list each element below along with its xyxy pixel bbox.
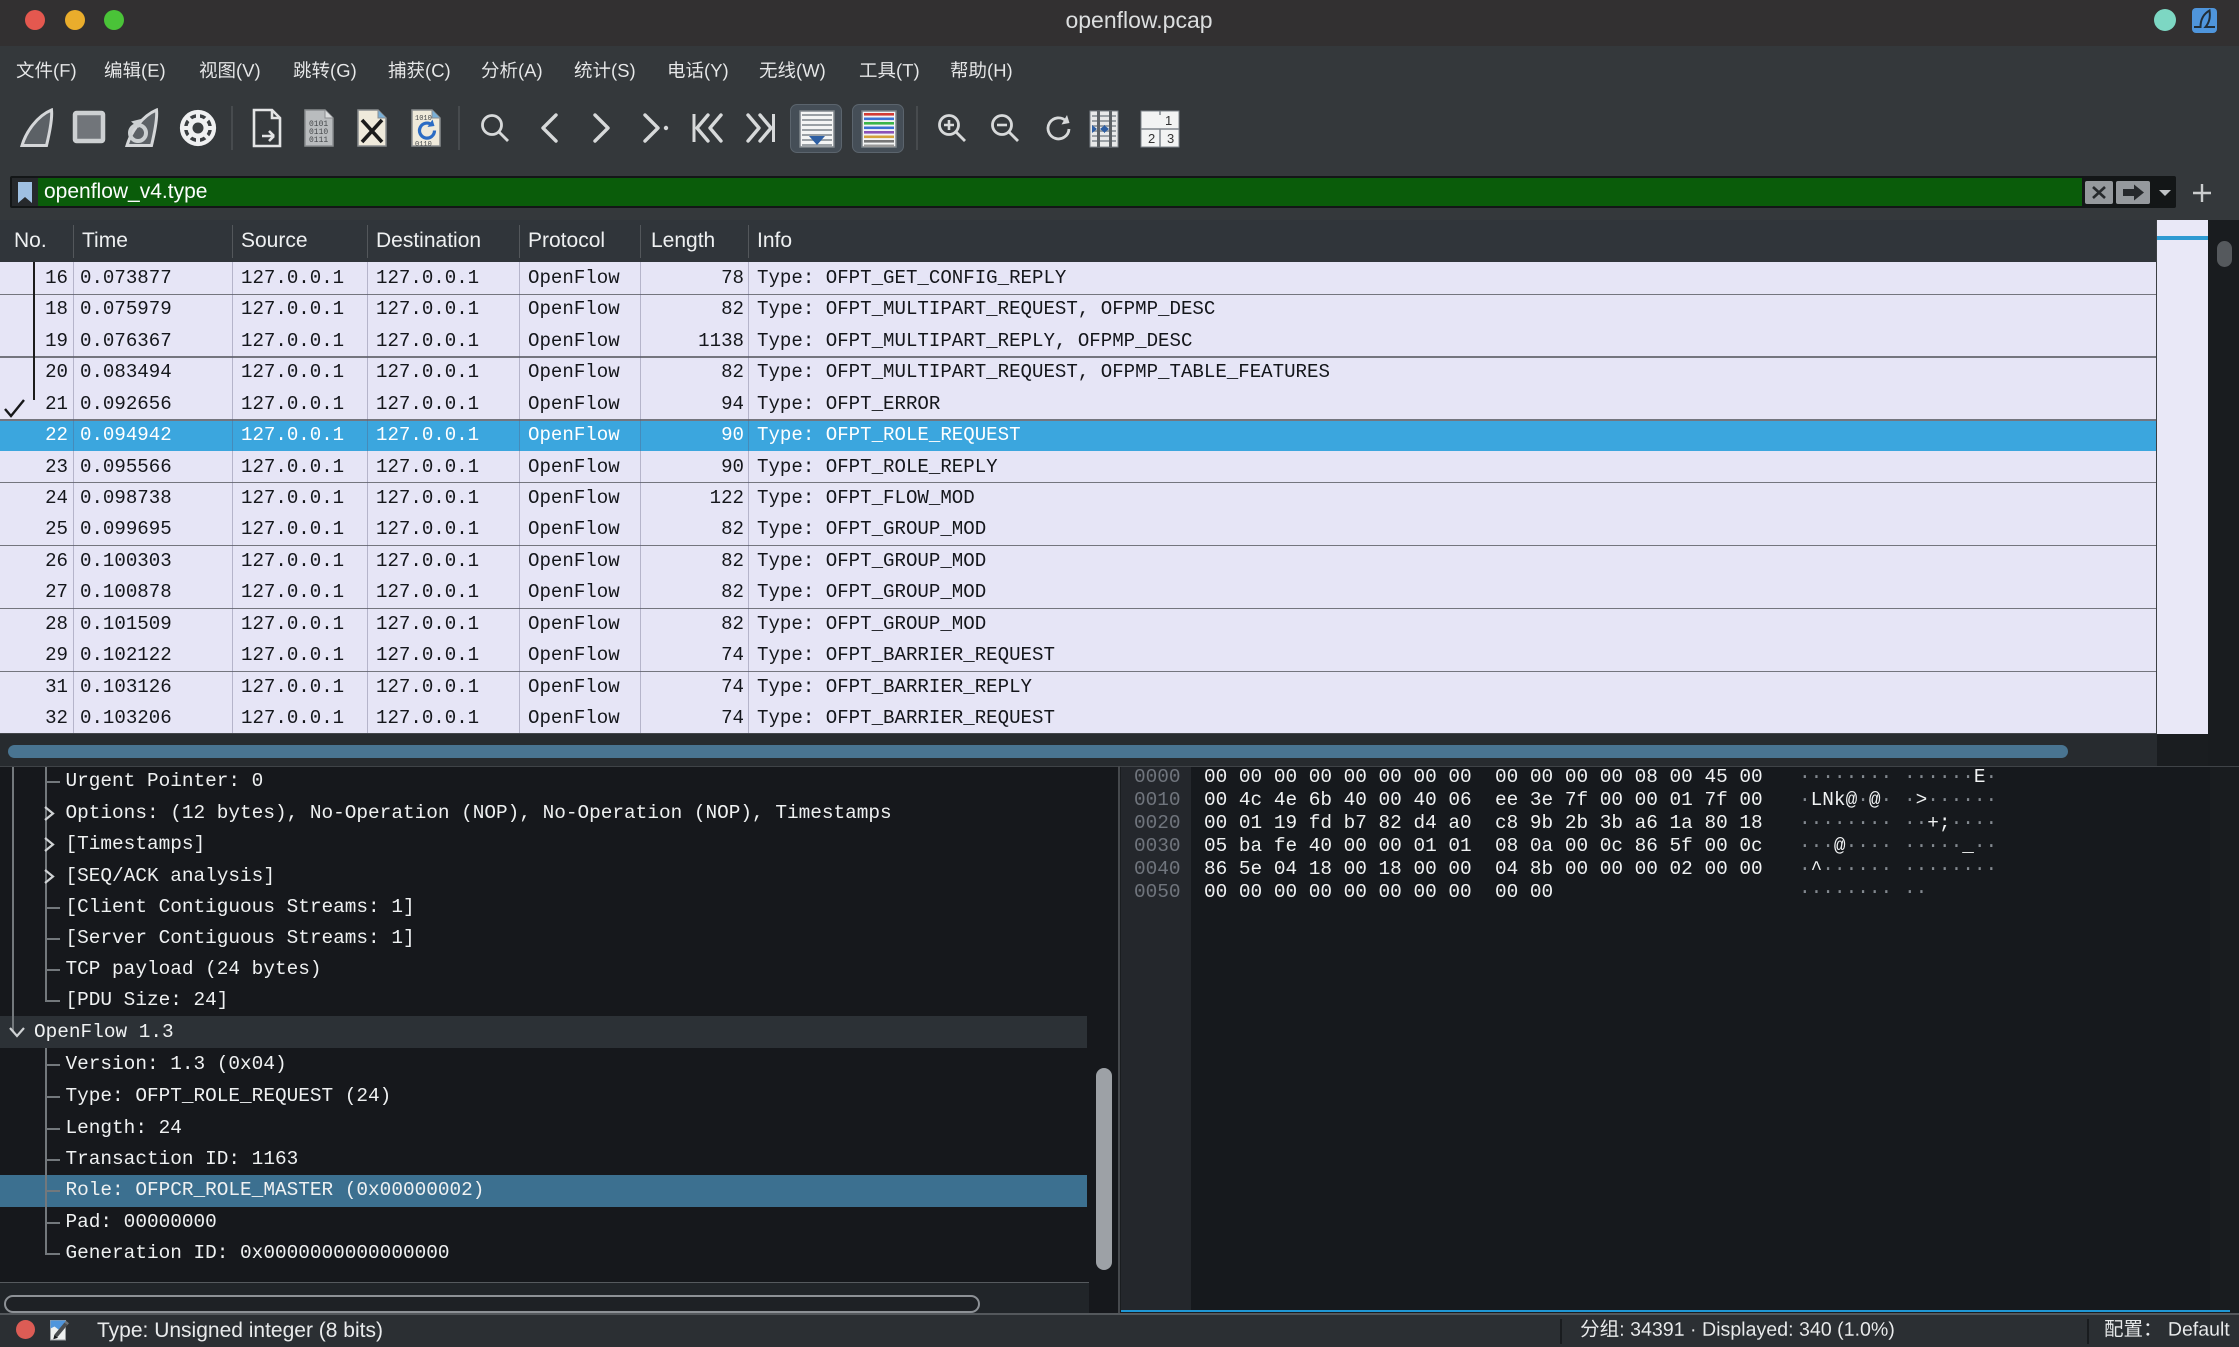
svg-text:1: 1 [1165,113,1172,128]
svg-text:3: 3 [1167,131,1174,146]
svg-text:2: 2 [1148,131,1155,146]
svg-text:0110: 0110 [415,141,432,148]
svg-text:0111: 0111 [309,136,328,145]
